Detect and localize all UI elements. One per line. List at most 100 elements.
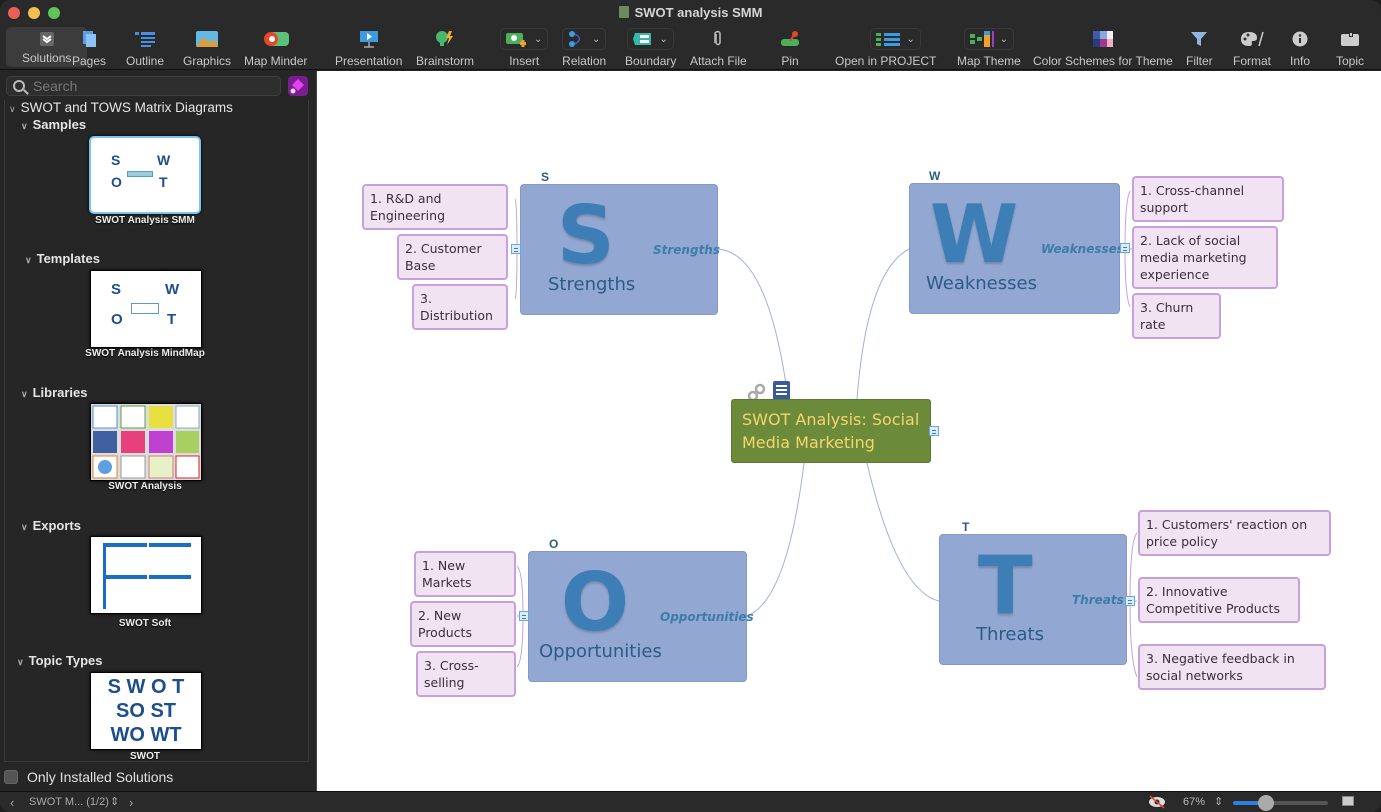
palette-icon bbox=[1240, 26, 1264, 52]
toolbar-label: Pin bbox=[781, 54, 799, 68]
thumb-letter: W bbox=[157, 152, 171, 168]
toolbar-presentation[interactable]: Presentation bbox=[335, 26, 402, 68]
toolbar-label: Pages bbox=[72, 54, 107, 68]
solutions-tree: ∨ SWOT and TOWS Matrix Diagrams ∨ Samples … bbox=[4, 100, 309, 762]
tree-root[interactable]: ∨ SWOT and TOWS Matrix Diagrams bbox=[9, 100, 233, 115]
subtopic[interactable]: 2. Innovative Competitive Products bbox=[1138, 577, 1300, 623]
collapse-toggle-o[interactable] bbox=[519, 611, 529, 621]
section-samples[interactable]: ∨ Samples bbox=[21, 117, 86, 132]
connector-o bbox=[746, 462, 805, 617]
subtopic[interactable]: 1. New Markets bbox=[414, 551, 516, 597]
chevron-down-icon: ⌄ bbox=[999, 33, 1009, 45]
quadrant-label-o: O bbox=[549, 537, 559, 551]
page-selector[interactable]: SWOT M... (1/2) bbox=[29, 796, 109, 808]
thumb-letter: S bbox=[111, 281, 122, 298]
previous-page-button[interactable]: ‹ bbox=[10, 795, 14, 810]
mind-map-canvas[interactable]: S S Strengths Strengths 1. R&D and Engin… bbox=[316, 71, 1381, 791]
toolbar-brainstorm[interactable]: Brainstorm bbox=[416, 26, 474, 68]
collapse-toggle-t[interactable] bbox=[1125, 596, 1135, 606]
hide-show-icon[interactable] bbox=[1148, 795, 1166, 809]
section-libraries[interactable]: ∨ Libraries bbox=[21, 385, 88, 400]
quadrant-tag: Threats bbox=[1072, 593, 1124, 607]
subtopic[interactable]: 1. R&D and Engineering bbox=[362, 184, 508, 230]
toolbar-format[interactable]: Format bbox=[1233, 26, 1271, 68]
zoom-slider-knob[interactable] bbox=[1258, 795, 1275, 811]
toolbar-label: Format bbox=[1233, 54, 1272, 68]
collapse-toggle-w[interactable] bbox=[1120, 243, 1130, 253]
collapse-toggle-s[interactable] bbox=[511, 244, 521, 254]
strengths-topic[interactable]: S Strengths Strengths bbox=[520, 184, 720, 315]
toolbar-topic[interactable]: Topic bbox=[1336, 26, 1364, 68]
toolbar-attach-file[interactable]: Attach File bbox=[690, 26, 747, 68]
export-thumbnail[interactable] bbox=[90, 536, 202, 614]
subtopic[interactable]: 1. Cross-channel support bbox=[1132, 176, 1284, 222]
open-in-project-dropdown[interactable]: ⌄ bbox=[870, 28, 921, 50]
section-exports[interactable]: ∨ Exports bbox=[21, 518, 81, 533]
toolbar-outline[interactable]: Outline bbox=[126, 26, 164, 68]
toolbar-graphics[interactable]: Graphics bbox=[183, 26, 231, 68]
subtopic[interactable]: 3. Distribution bbox=[412, 284, 508, 330]
chevron-down-icon: ∨ bbox=[25, 255, 32, 265]
subtopic[interactable]: 2. Customer Base bbox=[397, 234, 508, 280]
link-icon[interactable] bbox=[747, 383, 766, 402]
toolbar-label: Map Theme bbox=[957, 54, 1021, 68]
collapse-toggle-center[interactable] bbox=[929, 426, 939, 436]
boundary-dropdown[interactable]: ⌄ bbox=[627, 28, 674, 50]
thumb-center bbox=[131, 303, 159, 314]
quadrant-label-s: S bbox=[541, 170, 550, 184]
toolbar-label: Filter bbox=[1186, 54, 1213, 68]
toolbar-pages[interactable]: Pages bbox=[72, 26, 106, 68]
opportunities-topic[interactable]: O Opportunities Opportunities bbox=[528, 551, 754, 682]
subtopic[interactable]: 1. Customers' reaction on price policy bbox=[1138, 510, 1331, 556]
toolbar-relation[interactable]: ⌄ Relation bbox=[562, 26, 607, 68]
next-page-button[interactable]: › bbox=[129, 795, 133, 810]
toolbar-insert[interactable]: ⌄ Insert bbox=[500, 26, 549, 68]
tree-root-label: SWOT and TOWS Matrix Diagrams bbox=[20, 100, 233, 115]
only-installed-label: Only Installed Solutions bbox=[27, 769, 174, 785]
relation-dropdown[interactable]: ⌄ bbox=[562, 28, 607, 50]
insert-topic-icon bbox=[506, 33, 526, 47]
fit-to-window-icon[interactable] bbox=[1342, 796, 1354, 806]
subtopic[interactable]: 2. New Products bbox=[410, 601, 516, 647]
search-input[interactable] bbox=[33, 78, 273, 94]
solution-store-button[interactable] bbox=[288, 76, 308, 96]
toolbar-map-theme[interactable]: ⌄ Map Theme bbox=[957, 26, 1021, 68]
toolbar-info[interactable]: Info bbox=[1290, 26, 1310, 68]
section-topic-types[interactable]: ∨ Topic Types bbox=[17, 653, 103, 668]
toolbar-map-minder[interactable]: Map Minder bbox=[244, 26, 307, 68]
chevron-down-icon: ∨ bbox=[21, 522, 28, 532]
template-thumbnail[interactable]: S W O T bbox=[90, 270, 202, 348]
quadrant-tag: Strengths bbox=[653, 243, 720, 257]
solutions-store-icon bbox=[290, 79, 304, 94]
subtopic[interactable]: 3. Negative feedback in social networks bbox=[1138, 644, 1326, 690]
subtopic[interactable]: 2. Lack of social media marketing experi… bbox=[1132, 226, 1278, 289]
zoom-slider[interactable] bbox=[1233, 795, 1328, 811]
toolbar-filter[interactable]: Filter bbox=[1186, 26, 1213, 68]
search-box[interactable] bbox=[6, 76, 281, 96]
sample-thumbnail[interactable]: S W O T bbox=[89, 136, 201, 214]
topic-type-thumbnail[interactable]: S W O T SO ST WO WT bbox=[90, 672, 202, 750]
connector-s bbox=[716, 248, 788, 392]
central-topic[interactable]: SWOT Analysis: Social Media Marketing bbox=[731, 399, 931, 463]
subtopic[interactable]: 3. Cross-selling bbox=[416, 651, 516, 697]
insert-dropdown[interactable]: ⌄ bbox=[500, 28, 549, 50]
section-label: Topic Types bbox=[28, 653, 103, 668]
library-thumbnail[interactable] bbox=[90, 403, 202, 481]
toolbar-open-in-project[interactable]: ⌄ Open in PROJECT bbox=[835, 26, 936, 68]
info-icon bbox=[1292, 26, 1308, 52]
only-installed-checkbox[interactable] bbox=[4, 770, 18, 784]
threats-topic[interactable]: T Threats Threats bbox=[939, 534, 1127, 665]
zoom-stepper-icon[interactable]: ⇕ bbox=[1214, 795, 1223, 808]
only-installed-toggle[interactable]: Only Installed Solutions bbox=[4, 769, 173, 785]
subtopic[interactable]: 3. Churn rate bbox=[1132, 293, 1221, 339]
thumb-letter: O bbox=[111, 174, 122, 190]
section-templates[interactable]: ∨ Templates bbox=[25, 251, 100, 266]
toolbar-pin[interactable]: Pin bbox=[780, 26, 800, 68]
toolbar-boundary[interactable]: ⌄ Boundary bbox=[625, 26, 676, 68]
page-stepper-icon[interactable]: ⇕ bbox=[110, 795, 119, 808]
weaknesses-topic[interactable]: W Weaknesses Weaknesses bbox=[909, 183, 1124, 314]
chevron-down-icon: ⌄ bbox=[534, 33, 543, 45]
toolbar-label: Map Minder bbox=[244, 54, 308, 68]
map-theme-dropdown[interactable]: ⌄ bbox=[963, 28, 1015, 50]
toolbar-color-schemes[interactable]: Color Schemes for Theme bbox=[1033, 26, 1173, 68]
